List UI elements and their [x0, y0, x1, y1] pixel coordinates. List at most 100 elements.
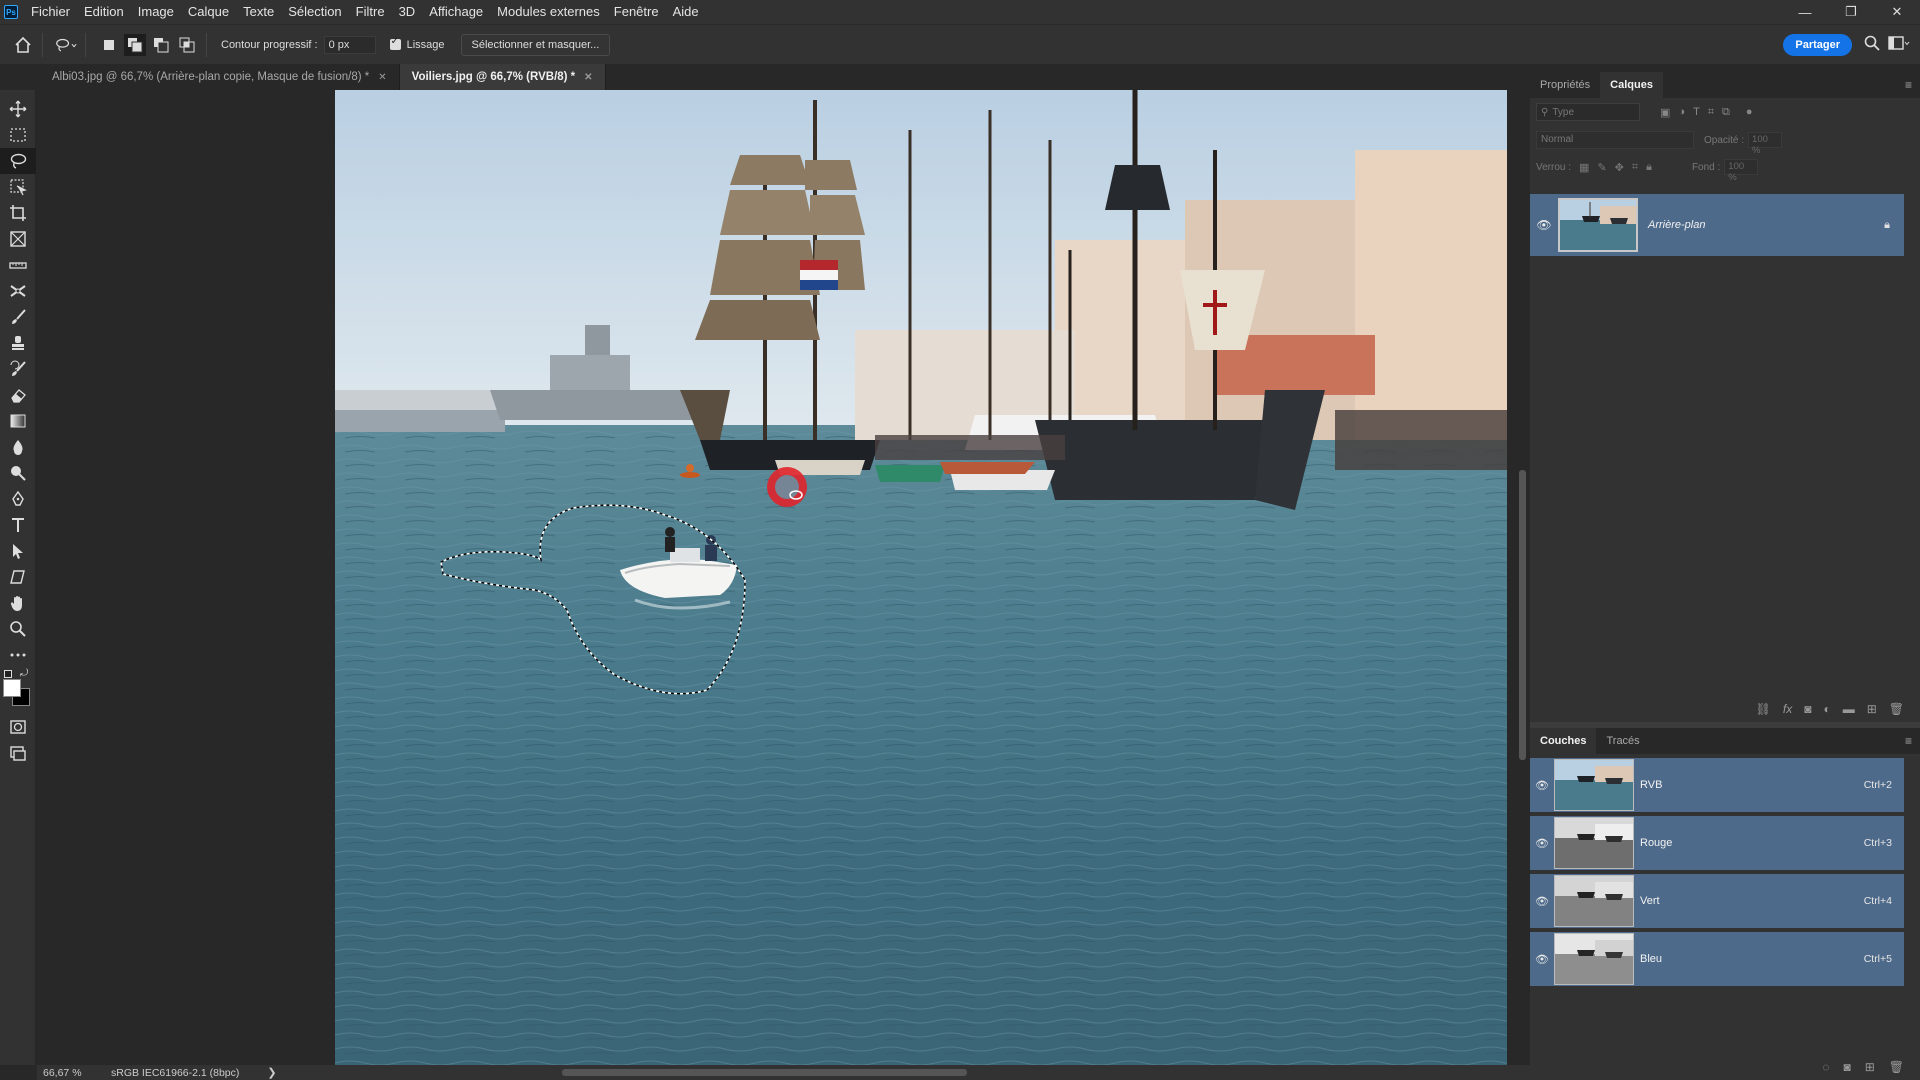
add-mask-icon[interactable]: ◙	[1804, 702, 1811, 716]
tab-voiliers[interactable]: Voiliers.jpg @ 66,7% (RVB/8) * ✕	[399, 64, 606, 90]
filter-toggle-icon[interactable]: ●	[1746, 106, 1753, 119]
channel-row-bleu[interactable]: 👁︎ Bleu Ctrl+5	[1530, 932, 1904, 988]
search-icon[interactable]	[1864, 35, 1880, 54]
new-selection-icon[interactable]	[98, 34, 120, 56]
vertical-scrollbar[interactable]	[1516, 90, 1530, 1065]
lock-artboard-icon[interactable]: ⌗	[1632, 161, 1638, 174]
select-and-mask-button[interactable]: Sélectionner et masquer...	[460, 33, 611, 56]
tab-albi03[interactable]: Albi03.jpg @ 66,7% (Arrière-plan copie, …	[40, 64, 400, 90]
healing-brush-tool-icon[interactable]	[0, 278, 36, 304]
layer-row-background[interactable]: 👁︎ Arrière-plan 🔒︎	[1530, 194, 1904, 256]
hand-tool-icon[interactable]	[0, 590, 36, 616]
menu-aide[interactable]: Aide	[666, 0, 706, 24]
swap-colors-icon[interactable]: ⤾	[20, 668, 28, 679]
visibility-eye-icon[interactable]: 👁︎	[1530, 218, 1558, 232]
eyedropper-tool-icon[interactable]	[0, 252, 36, 278]
link-layers-icon[interactable]: ⛓︎	[1756, 702, 1771, 716]
delete-layer-icon[interactable]: 🗑︎	[1889, 702, 1904, 716]
workspace-icon[interactable]	[1888, 35, 1910, 54]
channel-row-rvb[interactable]: 👁︎ RVB Ctrl+2	[1530, 758, 1904, 814]
color-swatches[interactable]: ⤾	[0, 668, 35, 706]
close-icon[interactable]: ✕	[1874, 0, 1920, 24]
shape-tool-icon[interactable]	[0, 564, 36, 590]
clone-stamp-tool-icon[interactable]	[0, 330, 36, 356]
crop-tool-icon[interactable]	[0, 200, 36, 226]
menu-fenetre[interactable]: Fenêtre	[607, 0, 666, 24]
eraser-tool-icon[interactable]	[0, 382, 36, 408]
panel-menu-icon[interactable]: ≡	[1905, 734, 1912, 748]
document-image[interactable]	[335, 90, 1507, 1065]
home-icon[interactable]	[12, 34, 34, 56]
vertical-scrollbar-thumb[interactable]	[1519, 470, 1526, 760]
menu-selection[interactable]: Sélection	[281, 0, 348, 24]
lock-pixels-icon[interactable]: ✎	[1597, 161, 1606, 174]
visibility-eye-icon[interactable]: 👁︎	[1530, 953, 1554, 966]
tab-traces[interactable]: Tracés	[1596, 728, 1649, 754]
filter-adjustment-icon[interactable]: ◑	[1678, 106, 1685, 119]
canvas-area[interactable]	[37, 90, 1530, 1065]
menu-edition[interactable]: Edition	[77, 0, 131, 24]
delete-channel-icon[interactable]: 🗑︎	[1889, 1060, 1904, 1074]
gradient-tool-icon[interactable]	[0, 408, 36, 434]
menu-affichage[interactable]: Affichage	[422, 0, 490, 24]
fill-input[interactable]: 100 %	[1724, 159, 1759, 183]
default-colors-icon[interactable]	[4, 670, 12, 678]
tab-proprietes[interactable]: Propriétés	[1530, 72, 1600, 98]
menu-texte[interactable]: Texte	[236, 0, 281, 24]
visibility-eye-icon[interactable]: 👁︎	[1530, 895, 1554, 908]
pen-tool-icon[interactable]	[0, 486, 36, 512]
visibility-eye-icon[interactable]: 👁︎	[1530, 837, 1554, 850]
zoom-level[interactable]: 66,67 %	[37, 1067, 83, 1079]
lock-all-icon[interactable]: 🔒︎	[1646, 161, 1652, 174]
path-selection-tool-icon[interactable]	[0, 538, 36, 564]
lock-transparency-icon[interactable]: ▦	[1579, 161, 1589, 174]
blur-tool-icon[interactable]	[0, 434, 36, 460]
filter-smart-object-icon[interactable]: ⧉	[1722, 106, 1730, 119]
lasso-tool-icon[interactable]	[0, 148, 36, 174]
object-selection-tool-icon[interactable]	[0, 174, 36, 200]
menu-image[interactable]: Image	[131, 0, 181, 24]
add-to-selection-icon[interactable]	[124, 33, 146, 56]
filter-shape-icon[interactable]: ⌗	[1708, 106, 1714, 119]
lasso-preset-icon[interactable]	[55, 34, 77, 56]
quick-mask-icon[interactable]	[0, 714, 36, 740]
save-selection-channel-icon[interactable]: ◙	[1843, 1060, 1850, 1074]
share-button[interactable]: Partager	[1783, 34, 1852, 56]
menu-filtre[interactable]: Filtre	[349, 0, 392, 24]
feather-input[interactable]	[323, 35, 376, 54]
status-menu-arrow[interactable]: ❯	[267, 1066, 276, 1079]
frame-tool-icon[interactable]	[0, 226, 36, 252]
subtract-from-selection-icon[interactable]	[150, 34, 172, 56]
layer-lock-icon[interactable]: 🔒︎	[1884, 219, 1890, 232]
new-layer-icon[interactable]: ⊞	[1867, 702, 1877, 716]
tab-close-icon[interactable]: ✕	[584, 72, 592, 83]
minimize-icon[interactable]: —	[1782, 0, 1828, 24]
load-channel-selection-icon[interactable]: ◌	[1822, 1060, 1829, 1074]
zoom-tool-icon[interactable]	[0, 616, 36, 642]
new-channel-icon[interactable]: ⊞	[1865, 1060, 1875, 1074]
channel-row-vert[interactable]: 👁︎ Vert Ctrl+4	[1530, 874, 1904, 930]
more-tools-icon[interactable]	[0, 642, 36, 668]
blend-mode-select[interactable]: Normal	[1536, 131, 1694, 149]
opacity-input[interactable]: 100 %	[1748, 132, 1783, 156]
tab-close-icon[interactable]: ✕	[378, 72, 386, 83]
intersect-selection-icon[interactable]	[176, 34, 198, 56]
lock-position-icon[interactable]: ✥	[1615, 161, 1624, 174]
tab-calques[interactable]: Calques	[1600, 72, 1663, 98]
type-tool-icon[interactable]	[0, 512, 36, 538]
marquee-tool-icon[interactable]	[0, 122, 36, 148]
dodge-tool-icon[interactable]	[0, 460, 36, 486]
new-group-icon[interactable]: ▬	[1843, 702, 1855, 716]
ps-logo-icon[interactable]: Ps	[4, 5, 18, 19]
menu-3d[interactable]: 3D	[392, 0, 423, 24]
menu-fichier[interactable]: Fichier	[24, 0, 77, 24]
visibility-eye-icon[interactable]: 👁︎	[1530, 779, 1554, 792]
filter-type-icon[interactable]: T	[1693, 106, 1700, 119]
layer-filter-select[interactable]: ⚲ Type	[1536, 103, 1640, 121]
tab-couches[interactable]: Couches	[1530, 728, 1597, 754]
move-tool-icon[interactable]	[0, 96, 36, 122]
restore-icon[interactable]: ❐	[1828, 0, 1874, 24]
panel-menu-icon[interactable]: ≡	[1905, 78, 1912, 92]
layer-name[interactable]: Arrière-plan	[1648, 219, 1705, 231]
menu-modules-externes[interactable]: Modules externes	[490, 0, 607, 24]
